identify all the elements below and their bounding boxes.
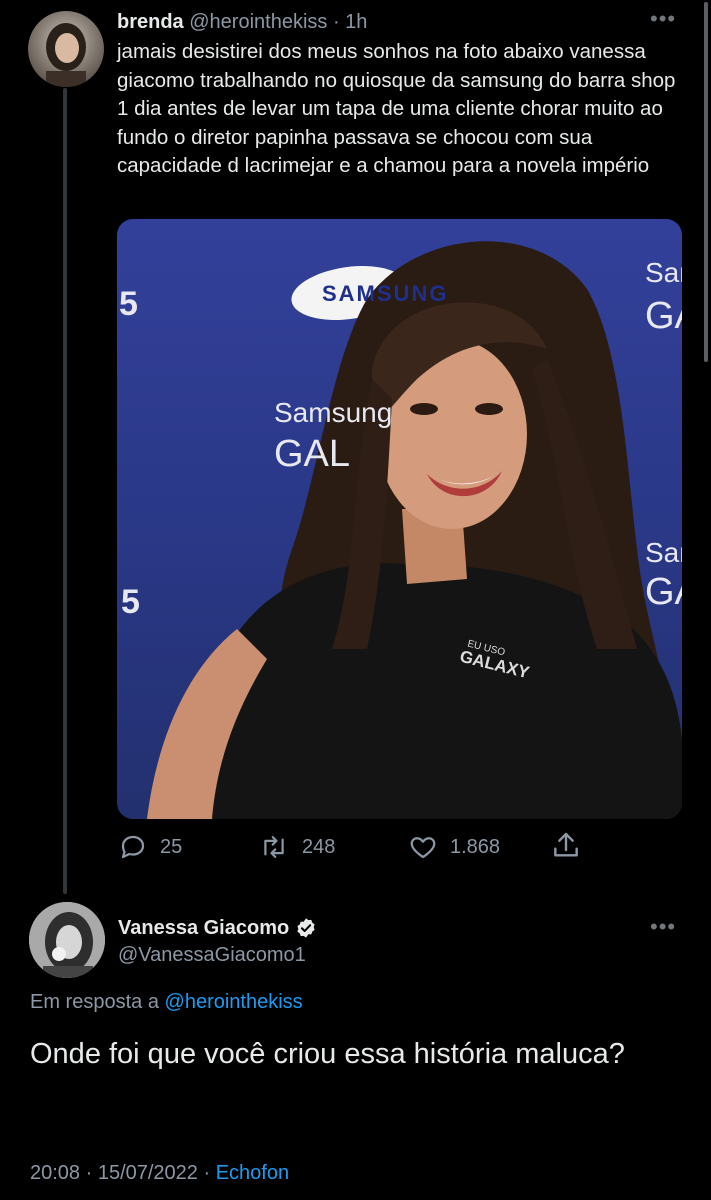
in-reply-to-prefix: Em resposta a xyxy=(30,991,159,1013)
reply-timestamp[interactable]: 20:08 · 15/07/2022 · xyxy=(30,1162,210,1184)
banner-logo-text: SAMSUNG xyxy=(322,281,449,306)
scrollbar[interactable] xyxy=(704,2,708,362)
photo-illustration xyxy=(147,241,682,819)
thread-line xyxy=(63,88,67,894)
reply-action[interactable]: 25 xyxy=(118,832,182,862)
in-reply-to-handle[interactable]: @herointhekiss xyxy=(165,991,303,1013)
banner-text-samsung-left: Samsung xyxy=(274,397,393,428)
reply-meta: 20:08 · 15/07/2022 · Echofon xyxy=(30,1162,289,1185)
avatar-photo-vanessa xyxy=(29,902,105,978)
reply-icon xyxy=(121,835,145,859)
reply-text: Onde foi que você criou essa história ma… xyxy=(30,1038,625,1070)
in-reply-to: Em resposta a @herointhekiss xyxy=(30,991,303,1014)
retweet-action[interactable]: 248 xyxy=(258,832,335,862)
avatar-vanessa[interactable] xyxy=(29,902,105,978)
reply-header: Vanessa Giacomo xyxy=(118,916,317,940)
avatar-photo-brenda xyxy=(46,23,86,87)
like-action[interactable]: 1.868 xyxy=(408,832,500,862)
reply-author-name[interactable]: Vanessa Giacomo xyxy=(118,916,289,940)
author-name[interactable]: brenda xyxy=(117,11,184,33)
retweet-icon xyxy=(264,836,284,858)
avatar-brenda[interactable] xyxy=(28,11,104,87)
tweet-photo[interactable]: SAMSUNG Samsung GALAXY Samsung GALAXY Sa… xyxy=(117,219,682,819)
share-action[interactable] xyxy=(550,830,582,862)
banner-text-samsung-right: Samsung xyxy=(645,257,682,288)
heart-icon xyxy=(410,837,436,859)
verified-badge-icon xyxy=(297,918,315,938)
banner-text-galaxy-left: GALAXY xyxy=(274,433,349,475)
reply-count: 25 xyxy=(160,835,183,858)
tweet-text: jamais desistirei dos meus sonhos na fot… xyxy=(117,40,676,177)
reply-client[interactable]: Echofon xyxy=(216,1162,289,1184)
banner-text-5-bottom: 5 xyxy=(121,583,140,621)
banner-text-5-top: 5 xyxy=(119,285,138,323)
author-handle[interactable]: @herointhekiss xyxy=(189,11,327,33)
more-dots-icon[interactable]: ••• xyxy=(650,8,676,30)
banner-text-ga-right-low: GA xyxy=(645,571,682,613)
banner-text-galaxy-right: GALAXY xyxy=(645,295,682,337)
reply-more-dots-icon[interactable]: ••• xyxy=(650,916,676,938)
tweet-header: brenda @herointhekiss · 1h xyxy=(117,10,367,34)
like-count: 1.868 xyxy=(450,835,501,858)
retweet-count: 248 xyxy=(302,835,336,858)
banner-text-sam-right-low: Sam xyxy=(645,537,682,568)
reply-handle[interactable]: @VanessaGiacomo1 xyxy=(118,944,306,967)
tweet-time[interactable]: · 1h xyxy=(333,11,367,33)
share-icon xyxy=(554,832,578,857)
